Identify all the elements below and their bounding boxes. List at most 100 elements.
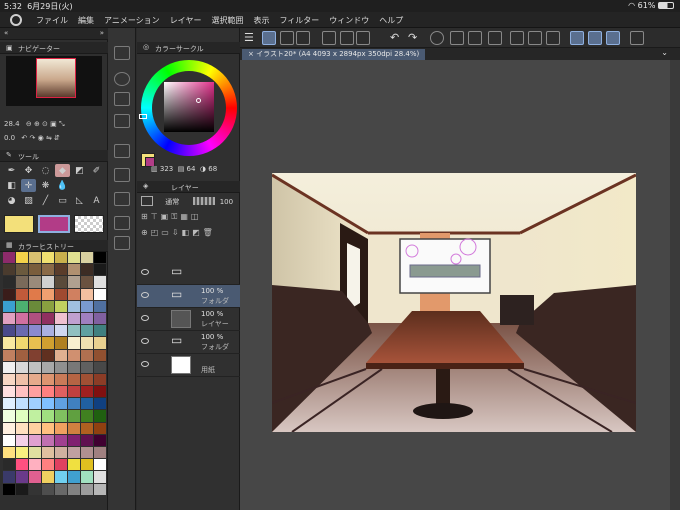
palette-swatch[interactable] bbox=[55, 422, 67, 434]
palette-swatch[interactable] bbox=[68, 337, 80, 349]
palette-swatch[interactable] bbox=[29, 386, 41, 398]
palette-swatch[interactable] bbox=[16, 300, 28, 312]
snap-grid-button[interactable] bbox=[606, 31, 620, 45]
layer-toggle-icon[interactable] bbox=[114, 114, 130, 128]
new-raster-icon[interactable]: ⊕ bbox=[141, 228, 151, 237]
palette-swatch[interactable] bbox=[42, 349, 54, 361]
menu-item-2[interactable]: アニメーション bbox=[104, 15, 160, 26]
palette-swatch[interactable] bbox=[16, 337, 28, 349]
palette-swatch[interactable] bbox=[94, 264, 106, 276]
palette-swatch[interactable] bbox=[3, 276, 15, 288]
palette-swatch[interactable] bbox=[42, 434, 54, 446]
palette-swatch[interactable] bbox=[68, 349, 80, 361]
palette-swatch[interactable] bbox=[29, 337, 41, 349]
palette-swatch[interactable] bbox=[16, 349, 28, 361]
palette-swatch[interactable] bbox=[81, 312, 93, 325]
palette-swatch[interactable] bbox=[55, 349, 67, 361]
palette-swatch[interactable] bbox=[55, 325, 67, 337]
menu-item-4[interactable]: 選択範囲 bbox=[211, 15, 243, 26]
visibility-eye-icon[interactable] bbox=[141, 338, 149, 344]
palette-swatch[interactable] bbox=[94, 398, 106, 410]
palette-swatch[interactable] bbox=[94, 471, 106, 483]
history-toggle-icon[interactable] bbox=[114, 236, 130, 250]
palette-swatch[interactable] bbox=[16, 252, 28, 264]
palette-swatch[interactable] bbox=[68, 373, 80, 386]
palette-swatch[interactable] bbox=[16, 325, 28, 337]
opacity-bar[interactable] bbox=[193, 197, 216, 205]
menu-item-7[interactable]: ウィンドウ bbox=[329, 15, 369, 26]
visibility-eye-icon[interactable] bbox=[141, 361, 149, 367]
palette-swatch[interactable] bbox=[94, 300, 106, 312]
palette-swatch[interactable] bbox=[68, 325, 80, 337]
panel-toggle-icon-1[interactable] bbox=[114, 46, 130, 60]
palette-swatch[interactable] bbox=[29, 422, 41, 434]
sub-color-swatch[interactable] bbox=[38, 215, 70, 233]
palette-swatch[interactable] bbox=[29, 325, 41, 337]
palette-swatch[interactable] bbox=[3, 337, 15, 349]
palette-swatch[interactable] bbox=[68, 434, 80, 446]
ruler-icon[interactable]: ◺ bbox=[72, 194, 87, 207]
collapse-icon[interactable]: « bbox=[4, 29, 8, 37]
palette-swatch[interactable] bbox=[42, 447, 54, 459]
open-button[interactable] bbox=[340, 31, 354, 45]
layer-row[interactable]: ▭ 100 % フォルダ bbox=[137, 331, 240, 354]
navigator-preview[interactable] bbox=[6, 56, 102, 106]
palette-swatch[interactable] bbox=[42, 361, 54, 373]
palette-swatch[interactable] bbox=[42, 288, 54, 300]
clear-button[interactable] bbox=[510, 31, 524, 45]
palette-swatch[interactable] bbox=[3, 373, 15, 386]
water-icon[interactable]: 💧 bbox=[55, 179, 70, 192]
palette-swatch[interactable] bbox=[68, 483, 80, 495]
palette-swatch[interactable] bbox=[3, 422, 15, 434]
palette-swatch[interactable] bbox=[94, 373, 106, 386]
palette-swatch[interactable] bbox=[68, 252, 80, 264]
palette-swatch[interactable] bbox=[3, 264, 15, 276]
palette-swatch[interactable] bbox=[55, 264, 67, 276]
pen-icon[interactable]: ✒ bbox=[4, 164, 19, 177]
palette-swatch[interactable] bbox=[29, 349, 41, 361]
select-tool-button[interactable] bbox=[262, 31, 276, 45]
palette-swatch[interactable] bbox=[42, 373, 54, 386]
palette-swatch[interactable] bbox=[94, 410, 106, 422]
layer-row[interactable]: ▭ bbox=[137, 262, 240, 285]
palette-swatch[interactable] bbox=[3, 459, 15, 471]
palette-swatch[interactable] bbox=[55, 471, 67, 483]
palette-swatch[interactable] bbox=[3, 288, 15, 300]
palette-swatch[interactable] bbox=[3, 361, 15, 373]
palette-swatch[interactable] bbox=[68, 422, 80, 434]
vertical-scrollbar[interactable] bbox=[670, 60, 680, 510]
palette-swatch[interactable] bbox=[55, 434, 67, 446]
flip-v-icon[interactable]: ⇵ bbox=[54, 134, 60, 142]
palette-swatch[interactable] bbox=[3, 410, 15, 422]
palette-swatch[interactable] bbox=[16, 276, 28, 288]
layer-row[interactable]: 100 % レイヤー bbox=[137, 308, 240, 331]
palette-swatch[interactable] bbox=[42, 459, 54, 471]
visibility-eye-icon[interactable] bbox=[141, 292, 149, 298]
palette-swatch[interactable] bbox=[55, 447, 67, 459]
palette-swatch[interactable] bbox=[94, 252, 106, 264]
palette-swatch[interactable] bbox=[81, 373, 93, 386]
palette-swatch[interactable] bbox=[94, 447, 106, 459]
palette-swatch[interactable] bbox=[81, 276, 93, 288]
palette-swatch[interactable] bbox=[16, 471, 28, 483]
palette-swatch[interactable] bbox=[42, 471, 54, 483]
palette-swatch[interactable] bbox=[3, 300, 15, 312]
palette-swatch[interactable] bbox=[68, 312, 80, 325]
palette-swatch[interactable] bbox=[55, 386, 67, 398]
palette-swatch[interactable] bbox=[94, 276, 106, 288]
visibility-eye-icon[interactable] bbox=[141, 269, 149, 275]
palette-swatch[interactable] bbox=[16, 312, 28, 325]
palette-swatch[interactable] bbox=[29, 447, 41, 459]
gradient-icon[interactable]: ▨ bbox=[21, 194, 36, 207]
palette-swatch[interactable] bbox=[16, 422, 28, 434]
palette-swatch[interactable] bbox=[68, 471, 80, 483]
artwork[interactable] bbox=[272, 173, 636, 432]
palette-swatch[interactable] bbox=[94, 361, 106, 373]
rotate-right-icon[interactable]: ↷ bbox=[29, 134, 35, 142]
palette-swatch[interactable] bbox=[81, 325, 93, 337]
flip-h-icon[interactable]: ⇋ bbox=[46, 134, 52, 142]
palette-swatch[interactable] bbox=[42, 312, 54, 325]
palette-swatch[interactable] bbox=[81, 288, 93, 300]
bucket-icon[interactable]: ◕ bbox=[4, 194, 19, 207]
palette-swatch[interactable] bbox=[3, 386, 15, 398]
